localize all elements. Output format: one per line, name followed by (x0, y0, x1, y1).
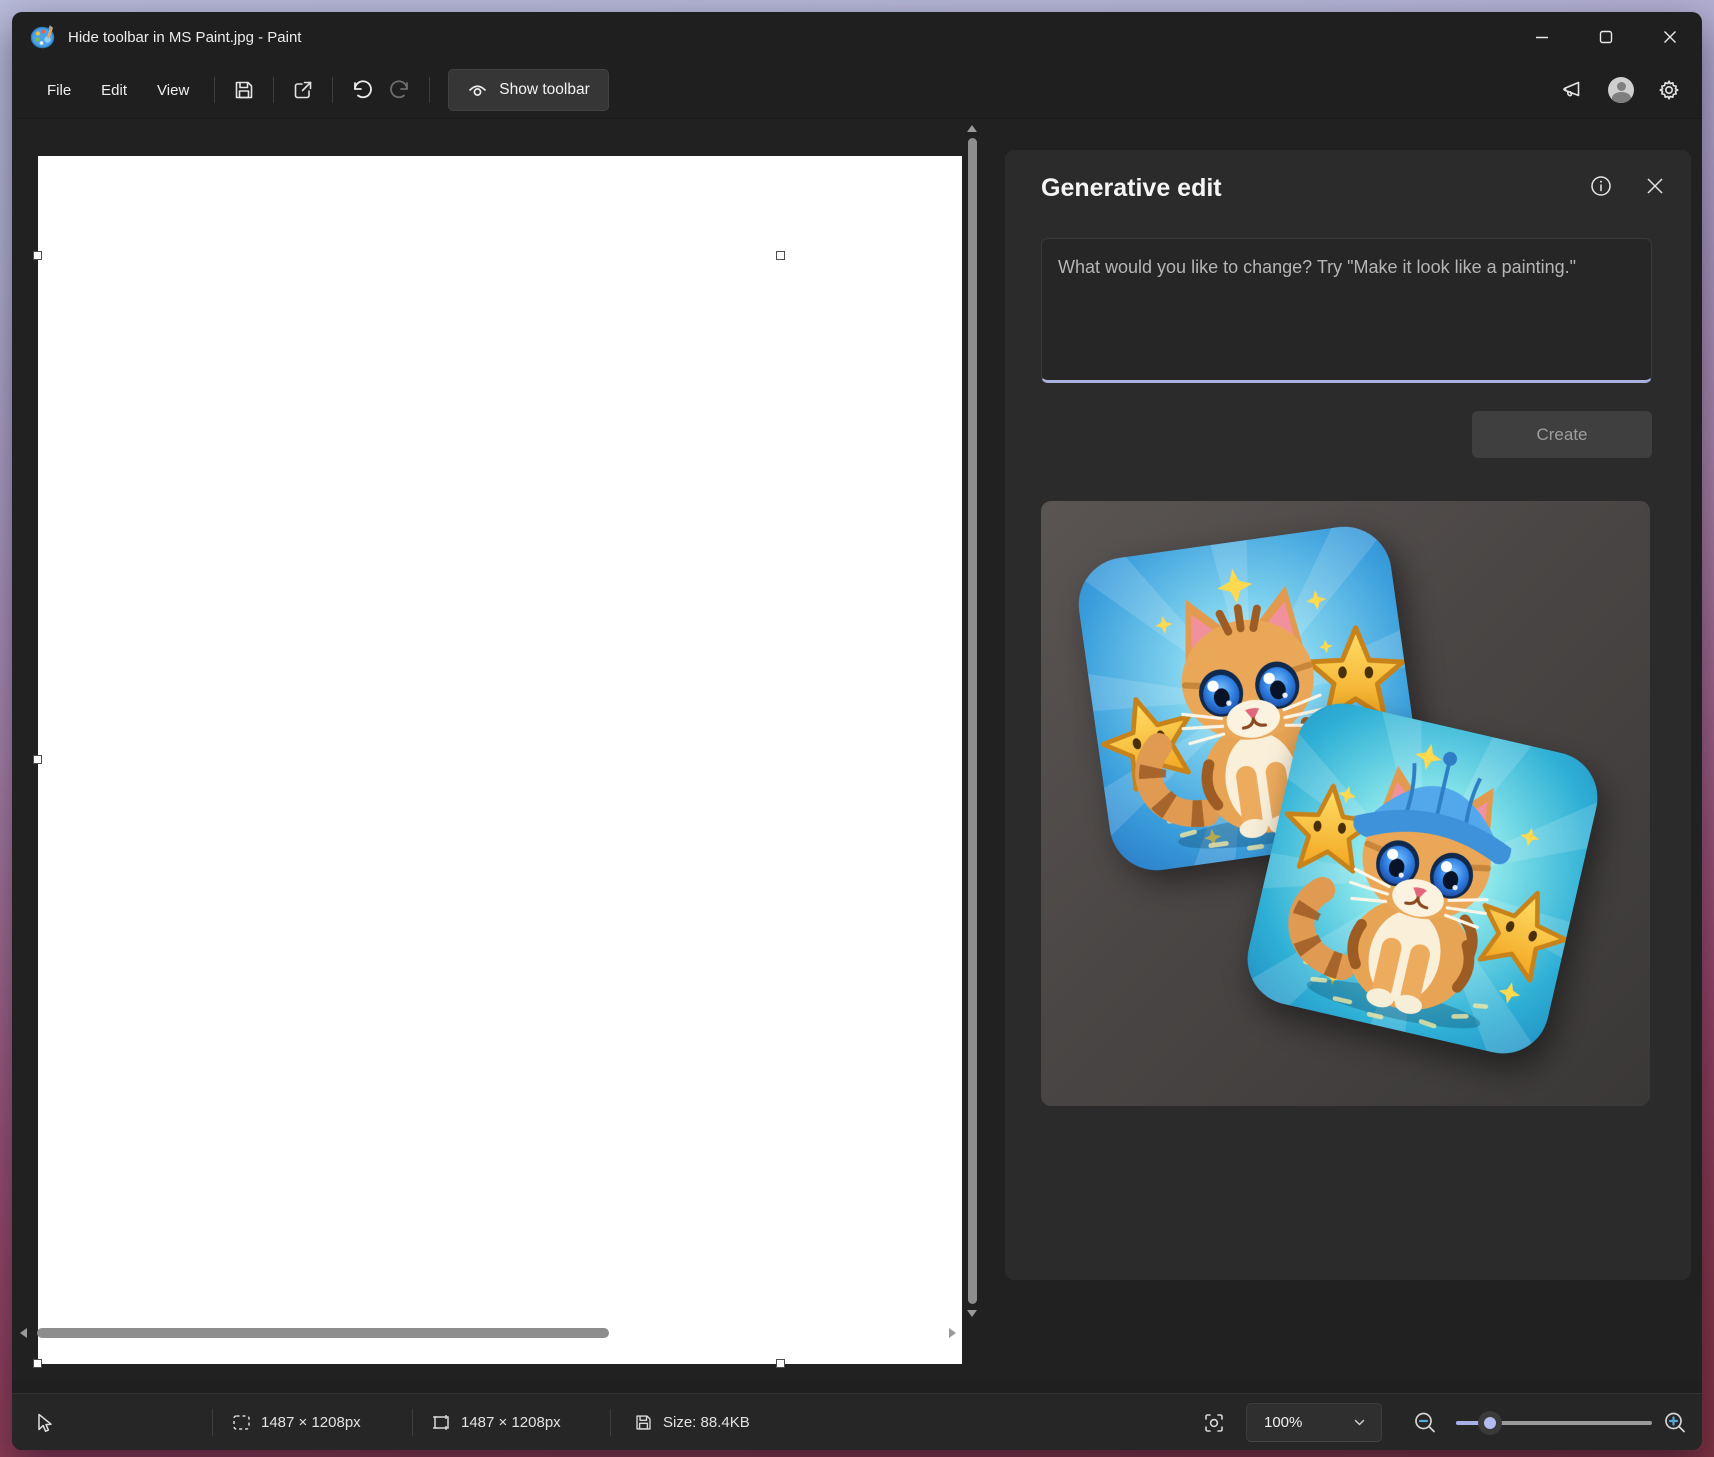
selection-handle-bottom-left[interactable] (33, 1359, 42, 1368)
file-size-value: Size: 88.4KB (663, 1414, 750, 1431)
scroll-right-arrow[interactable] (949, 1328, 956, 1338)
minimize-icon (1534, 29, 1550, 45)
zoom-out-magnifier-icon (1412, 1410, 1438, 1436)
megaphone-icon (1561, 78, 1585, 102)
zoom-in-magnifier-icon (1662, 1410, 1688, 1436)
maximize-icon (1598, 29, 1614, 45)
canvas-size-indicator: 1487 × 1208px (432, 1394, 561, 1450)
selection-size-indicator: 1487 × 1208px (232, 1394, 361, 1450)
paint-window: Hide toolbar in MS Paint.jpg - Paint Fil… (12, 12, 1702, 1450)
gear-icon (1657, 78, 1681, 102)
generated-image-preview (1041, 501, 1650, 1106)
cursor-position-indicator (34, 1394, 54, 1450)
show-toolbar-button[interactable]: Show toolbar (448, 69, 608, 111)
selection-handle-left-middle[interactable] (33, 755, 42, 764)
share-button[interactable] (284, 71, 322, 109)
paint-app-icon (30, 24, 56, 50)
account-button[interactable] (1602, 71, 1640, 109)
save-floppy-icon (233, 79, 255, 101)
selection-handle-top-left[interactable] (33, 251, 42, 260)
toolbar-separator (214, 77, 215, 103)
statusbar-separator (212, 1409, 213, 1436)
minimize-button[interactable] (1510, 12, 1574, 62)
create-button[interactable]: Create (1472, 411, 1652, 458)
scroll-left-arrow[interactable] (20, 1328, 27, 1338)
info-button[interactable] (1587, 172, 1615, 200)
settings-button[interactable] (1650, 71, 1688, 109)
zoom-level-value: 100% (1264, 1414, 1352, 1431)
redo-button[interactable] (381, 71, 419, 109)
menubar: File Edit View (12, 62, 1702, 118)
menu-file[interactable]: File (32, 73, 86, 108)
statusbar-separator (412, 1409, 413, 1436)
toolbar-separator (429, 77, 430, 103)
eye-icon (467, 80, 488, 101)
undo-button[interactable] (343, 71, 381, 109)
zoom-to-fit-icon (1202, 1411, 1226, 1435)
show-toolbar-label: Show toolbar (499, 81, 589, 99)
toolbar-separator (332, 77, 333, 103)
zoom-slider-thumb[interactable] (1478, 1411, 1502, 1435)
maximize-button[interactable] (1574, 12, 1638, 62)
cat-sticker-2 (1238, 694, 1606, 1062)
share-icon (292, 79, 314, 101)
horizontal-scroll-thumb[interactable] (37, 1328, 609, 1338)
zoom-slider-thumb-dot (1484, 1417, 1496, 1429)
window-title: Hide toolbar in MS Paint.jpg - Paint (68, 29, 301, 46)
vertical-scrollbar[interactable] (966, 125, 978, 1317)
selection-size-value: 1487 × 1208px (261, 1414, 361, 1431)
drawing-canvas[interactable] (38, 156, 962, 1364)
canvas-size-icon (432, 1413, 451, 1432)
close-icon (1662, 29, 1678, 45)
save-button[interactable] (225, 71, 263, 109)
info-icon (1589, 174, 1613, 198)
desktop-wallpaper: Hide toolbar in MS Paint.jpg - Paint Fil… (0, 0, 1714, 1457)
zoom-to-fit-button[interactable] (1202, 1394, 1226, 1450)
content-area: Generative edit Create (12, 118, 1702, 1379)
panel-title: Generative edit (1041, 174, 1222, 203)
selection-handle-top-middle[interactable] (776, 251, 785, 260)
vertical-scroll-thumb[interactable] (968, 138, 977, 1304)
undo-icon (350, 78, 374, 102)
menubar-right-icons (1554, 71, 1688, 109)
prompt-input[interactable] (1041, 238, 1652, 383)
menu-view[interactable]: View (142, 73, 204, 108)
scroll-up-arrow[interactable] (967, 125, 977, 132)
file-size-floppy-icon (634, 1413, 653, 1432)
zoom-slider[interactable] (1456, 1421, 1652, 1425)
avatar (1608, 77, 1634, 103)
file-size-indicator: Size: 88.4KB (634, 1394, 750, 1450)
titlebar: Hide toolbar in MS Paint.jpg - Paint (12, 12, 1702, 62)
generative-edit-panel: Generative edit Create (1005, 150, 1691, 1280)
menu-edit[interactable]: Edit (86, 73, 142, 108)
cursor-arrow-icon (34, 1412, 54, 1434)
statusbar: 1487 × 1208px 1487 × 1208px Size: 88.4KB (12, 1393, 1702, 1450)
feedback-button[interactable] (1554, 71, 1592, 109)
close-button[interactable] (1638, 12, 1702, 62)
horizontal-scrollbar[interactable] (20, 1326, 956, 1340)
statusbar-separator (610, 1409, 611, 1436)
selection-handle-bottom-middle[interactable] (776, 1359, 785, 1368)
zoom-level-dropdown[interactable]: 100% (1246, 1403, 1382, 1442)
scroll-down-arrow[interactable] (967, 1310, 977, 1317)
zoom-out-button[interactable] (1412, 1394, 1438, 1450)
chevron-down-icon (1352, 1415, 1367, 1430)
window-controls (1510, 12, 1702, 62)
redo-icon (388, 78, 412, 102)
close-x-icon (1644, 175, 1666, 197)
zoom-in-button[interactable] (1662, 1394, 1688, 1450)
canvas-size-value: 1487 × 1208px (461, 1414, 561, 1431)
panel-close-button[interactable] (1641, 172, 1669, 200)
toolbar-separator (273, 77, 274, 103)
selection-dashed-icon (232, 1413, 251, 1432)
